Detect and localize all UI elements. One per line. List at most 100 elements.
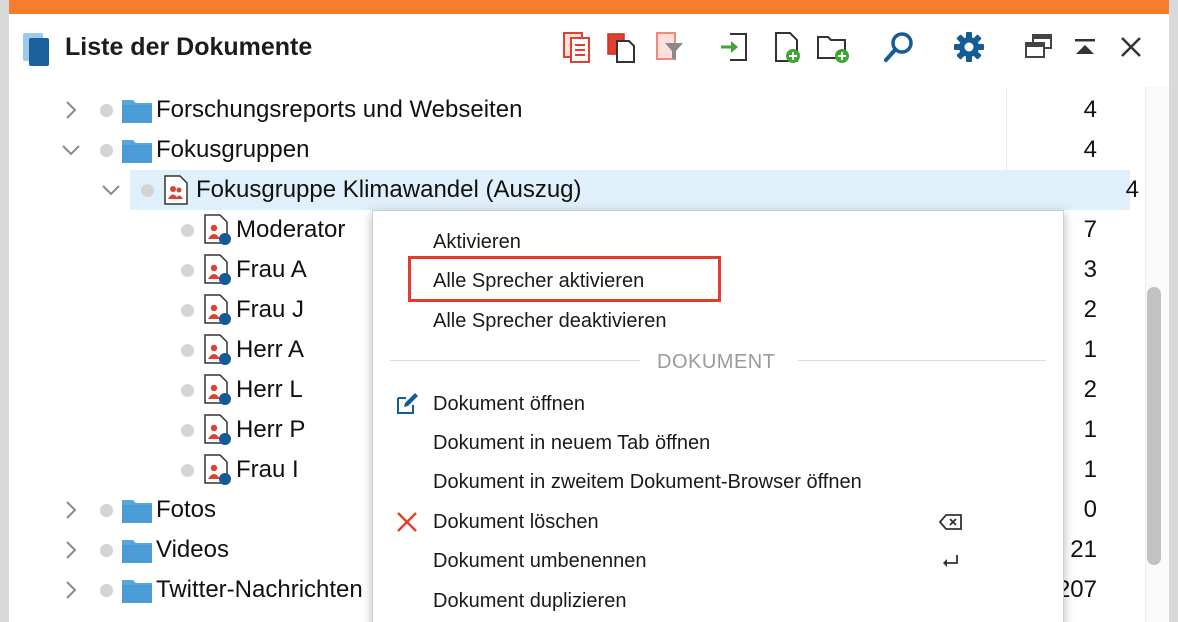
close-button[interactable] bbox=[1111, 27, 1151, 67]
chevron-right-icon[interactable] bbox=[60, 539, 82, 561]
chevron-down-icon[interactable] bbox=[60, 139, 82, 161]
tree-row-label: Herr A bbox=[236, 336, 305, 363]
tree-row-count: 21 bbox=[1070, 536, 1097, 563]
chevron-right-icon[interactable] bbox=[60, 579, 82, 601]
tree-row-label: Frau A bbox=[236, 256, 307, 283]
menu-item-label: Dokument umbenennen bbox=[433, 550, 647, 572]
speaker-document-icon bbox=[204, 414, 231, 445]
tree-row-count: 1 bbox=[1083, 336, 1097, 363]
speaker-document-icon bbox=[204, 334, 231, 365]
highlight-frame bbox=[408, 256, 721, 302]
backspace-key-icon bbox=[939, 514, 962, 530]
status-dot[interactable] bbox=[181, 224, 194, 237]
duplicate-button[interactable] bbox=[601, 27, 641, 67]
filter-button[interactable] bbox=[649, 27, 689, 67]
tree-row-label: Moderator bbox=[236, 216, 346, 243]
search-button[interactable] bbox=[879, 27, 919, 67]
tree-row-label: Forschungsreports und Webseiten bbox=[156, 96, 523, 123]
collapse-icon bbox=[1075, 39, 1095, 54]
status-dot[interactable] bbox=[181, 344, 194, 357]
tree-row-label: Fokusgruppen bbox=[156, 136, 310, 163]
tree-row-count: 1 bbox=[1083, 456, 1097, 483]
speaker-document-icon bbox=[204, 454, 231, 485]
accent-bar bbox=[9, 0, 1169, 14]
menu-item-open-document[interactable]: Dokument öffnen bbox=[373, 385, 1063, 423]
document-list-window: Liste der Dokumente Forschungsreports un… bbox=[9, 0, 1169, 622]
speaker-document-icon bbox=[204, 294, 231, 325]
edit-icon bbox=[397, 393, 418, 414]
import-button[interactable] bbox=[715, 27, 755, 67]
tree-row-folder[interactable]: Forschungsreports und Webseiten 4 bbox=[9, 90, 1139, 130]
tree-row-label: Frau I bbox=[236, 456, 299, 483]
undock-icon bbox=[1025, 34, 1052, 58]
tree-row-count: 0 bbox=[1083, 496, 1097, 523]
tree-row-count: 4 bbox=[1083, 96, 1097, 123]
status-dot[interactable] bbox=[181, 384, 194, 397]
tree-row-label: Herr L bbox=[236, 376, 303, 403]
section-divider bbox=[798, 360, 1046, 361]
section-label-document: DOKUMENT bbox=[657, 351, 776, 373]
tree-row-count: 4 bbox=[1083, 136, 1097, 163]
chevron-right-icon[interactable] bbox=[60, 99, 82, 121]
status-dot[interactable] bbox=[181, 304, 194, 317]
new-folder-button[interactable] bbox=[813, 27, 853, 67]
menu-item-label: Alle Sprecher deaktivieren bbox=[433, 310, 667, 332]
delete-x-icon bbox=[397, 512, 417, 532]
tree-row-count: 4 bbox=[1125, 176, 1139, 203]
tree-row-label: Frau J bbox=[236, 296, 305, 323]
folder-icon bbox=[122, 140, 152, 163]
new-document-icon bbox=[775, 32, 800, 63]
menu-item-label: Dokument öffnen bbox=[433, 393, 585, 415]
status-dot[interactable] bbox=[181, 424, 194, 437]
tree-row-focus-group[interactable]: Fokusgruppe Klimawandel (Auszug) 4 bbox=[102, 170, 1139, 210]
collapse-button[interactable] bbox=[1065, 27, 1105, 67]
tree-row-label: Twitter-Nachrichten bbox=[156, 576, 363, 603]
menu-item-label: Dokument in neuem Tab öffnen bbox=[433, 432, 711, 454]
undock-button[interactable] bbox=[1019, 27, 1059, 67]
document-list-icon bbox=[23, 33, 49, 66]
status-dot[interactable] bbox=[141, 184, 154, 197]
tree-row-label: Videos bbox=[156, 536, 229, 563]
tree-row-count: 2 bbox=[1083, 376, 1097, 403]
return-key-icon bbox=[943, 555, 958, 567]
tree-row-count: 7 bbox=[1083, 216, 1097, 243]
tree-row-count: 3 bbox=[1083, 256, 1097, 283]
context-menu: Aktivieren Alle Sprecher aktivieren Alle… bbox=[372, 210, 1064, 622]
menu-item-deactivate-all-speakers[interactable]: Alle Sprecher deaktivieren bbox=[373, 302, 1063, 340]
status-dot[interactable] bbox=[100, 544, 113, 557]
folder-icon bbox=[122, 580, 152, 603]
status-dot[interactable] bbox=[100, 584, 113, 597]
close-icon bbox=[1121, 37, 1141, 57]
folder-icon bbox=[122, 500, 152, 523]
focus-group-document-icon bbox=[164, 175, 188, 205]
menu-item-label: Dokument in zweitem Dokument-Browser öff… bbox=[433, 471, 862, 493]
settings-button[interactable] bbox=[949, 27, 989, 67]
tree-row-count: 1 bbox=[1083, 416, 1097, 443]
status-dot[interactable] bbox=[181, 264, 194, 277]
window-title: Liste der Dokumente bbox=[65, 33, 313, 61]
menu-item-label: Dokument löschen bbox=[433, 511, 599, 533]
copy-list-icon bbox=[563, 32, 590, 63]
section-divider bbox=[390, 360, 640, 361]
menu-item-delete-document[interactable]: Dokument löschen bbox=[373, 503, 1063, 541]
copy-list-button[interactable] bbox=[557, 27, 597, 67]
chevron-right-icon[interactable] bbox=[60, 499, 82, 521]
chevron-down-icon[interactable] bbox=[100, 179, 122, 201]
speaker-document-icon bbox=[204, 254, 231, 285]
window-header: Liste der Dokumente bbox=[9, 14, 1169, 87]
tree-row-folder[interactable]: Fokusgruppen 4 bbox=[9, 130, 1139, 170]
tree-row-label: Herr P bbox=[236, 416, 306, 443]
status-dot[interactable] bbox=[100, 144, 113, 157]
status-dot[interactable] bbox=[181, 464, 194, 477]
new-document-button[interactable] bbox=[767, 27, 807, 67]
menu-item-rename-document[interactable]: Dokument umbenennen bbox=[373, 542, 1063, 580]
tree-row-label: Fotos bbox=[156, 496, 217, 523]
status-dot[interactable] bbox=[100, 104, 113, 117]
menu-item-open-in-second-browser[interactable]: Dokument in zweitem Dokument-Browser öff… bbox=[373, 463, 1063, 501]
settings-icon bbox=[954, 32, 984, 62]
status-dot[interactable] bbox=[100, 504, 113, 517]
duplicate-icon bbox=[607, 33, 635, 63]
filter-icon bbox=[656, 32, 683, 60]
menu-item-open-in-new-tab[interactable]: Dokument in neuem Tab öffnen bbox=[373, 424, 1063, 462]
menu-item-duplicate-document[interactable]: Dokument duplizieren bbox=[373, 582, 1063, 620]
